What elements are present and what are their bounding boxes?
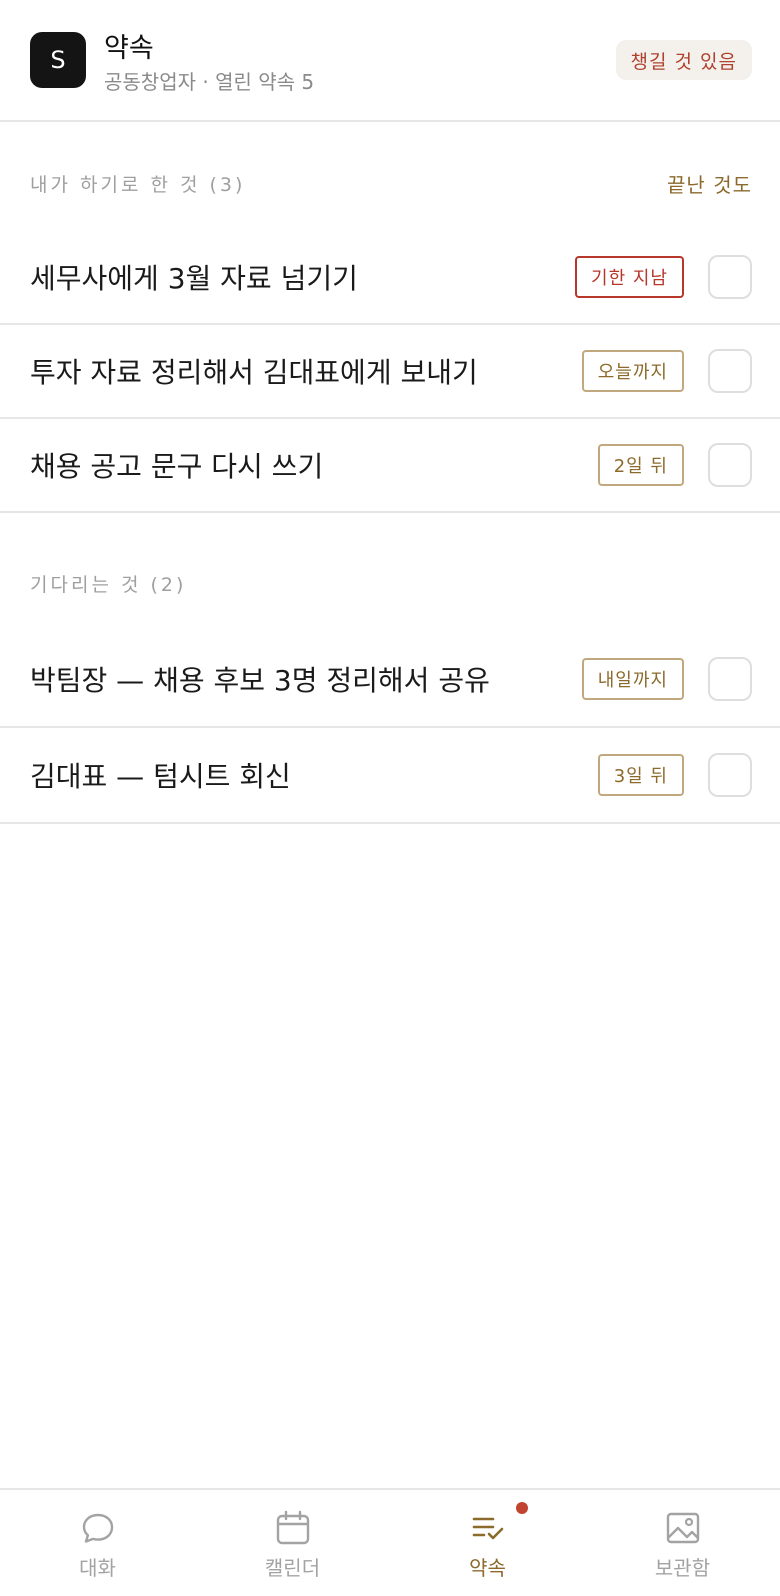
calendar-icon bbox=[276, 1510, 309, 1545]
nav-label: 약속 bbox=[469, 1556, 506, 1580]
chat-bubble-icon bbox=[82, 1513, 113, 1543]
header: S 약속 공동창업자 · 열린 약속 5 챙길 것 있음 bbox=[0, 0, 780, 122]
task-checkbox[interactable] bbox=[708, 349, 752, 393]
task-text: 세무사에게 3월 자료 넘기기 bbox=[30, 261, 358, 295]
due-badge: 2일 뒤 bbox=[597, 444, 684, 486]
task-checkbox[interactable] bbox=[708, 254, 752, 299]
task-row[interactable]: 세무사에게 3월 자료 넘기기 기한 지남 bbox=[0, 230, 780, 325]
checklist-icon bbox=[472, 1517, 503, 1540]
page-title: 약속 bbox=[104, 33, 154, 64]
nav-item-promises[interactable]: 약속 bbox=[390, 1490, 585, 1596]
task-row[interactable]: 채용 공고 문구 다시 쓰기 2일 뒤 bbox=[0, 419, 780, 513]
task-checkbox[interactable] bbox=[708, 443, 752, 487]
show-completed-button[interactable]: 끝난 것도 bbox=[667, 169, 752, 198]
waiting-text: 김대표 — 텀시트 회신 bbox=[30, 760, 291, 793]
waiting-checkbox[interactable] bbox=[708, 753, 752, 797]
due-badge: 3일 뒤 bbox=[597, 754, 684, 796]
task-text: 채용 공고 문구 다시 쓰기 bbox=[30, 450, 324, 483]
my-tasks-label: 내가 하기로 한 것 (3) bbox=[30, 173, 246, 196]
avatar[interactable]: S bbox=[30, 32, 86, 88]
my-tasks-header: 내가 하기로 한 것 (3) 끝난 것도 bbox=[30, 168, 752, 198]
image-icon bbox=[666, 1512, 699, 1544]
waiting-row[interactable]: 김대표 — 텀시트 회신 3일 뒤 bbox=[0, 728, 780, 824]
due-badge: 오늘까지 bbox=[581, 350, 684, 392]
nav-item-calendar[interactable]: 캘린더 bbox=[195, 1490, 390, 1596]
due-badge: 내일까지 bbox=[581, 658, 684, 700]
waiting-row[interactable]: 박팀장 — 채용 후보 3명 정리해서 공유 내일까지 bbox=[0, 632, 780, 728]
nav-label: 대화 bbox=[79, 1556, 116, 1580]
nav-item-archive[interactable]: 보관함 bbox=[585, 1490, 780, 1596]
attention-badge[interactable]: 챙길 것 있음 bbox=[615, 40, 752, 80]
notification-dot bbox=[516, 1502, 528, 1514]
app: S 약속 공동창업자 · 열린 약속 5 챙길 것 있음 내가 하기로 한 것 … bbox=[0, 0, 780, 1596]
bottom-nav: 대화 캘린더 약속 보관함 bbox=[0, 1488, 780, 1596]
waiting-label: 기다리는 것 (2) bbox=[30, 573, 187, 596]
due-badge-overdue: 기한 지남 bbox=[575, 255, 684, 298]
waiting-header: 기다리는 것 (2) bbox=[30, 568, 752, 598]
nav-label: 캘린더 bbox=[264, 1556, 321, 1580]
task-row[interactable]: 투자 자료 정리해서 김대표에게 보내기 오늘까지 bbox=[0, 325, 780, 419]
nav-item-chat[interactable]: 대화 bbox=[0, 1490, 195, 1596]
task-text: 투자 자료 정리해서 김대표에게 보내기 bbox=[30, 356, 478, 389]
page-subtitle: 공동창업자 · 열린 약속 5 bbox=[104, 70, 315, 94]
waiting-checkbox[interactable] bbox=[708, 657, 752, 701]
nav-label: 보관함 bbox=[654, 1556, 711, 1580]
waiting-text: 박팀장 — 채용 후보 3명 정리해서 공유 bbox=[30, 664, 490, 697]
